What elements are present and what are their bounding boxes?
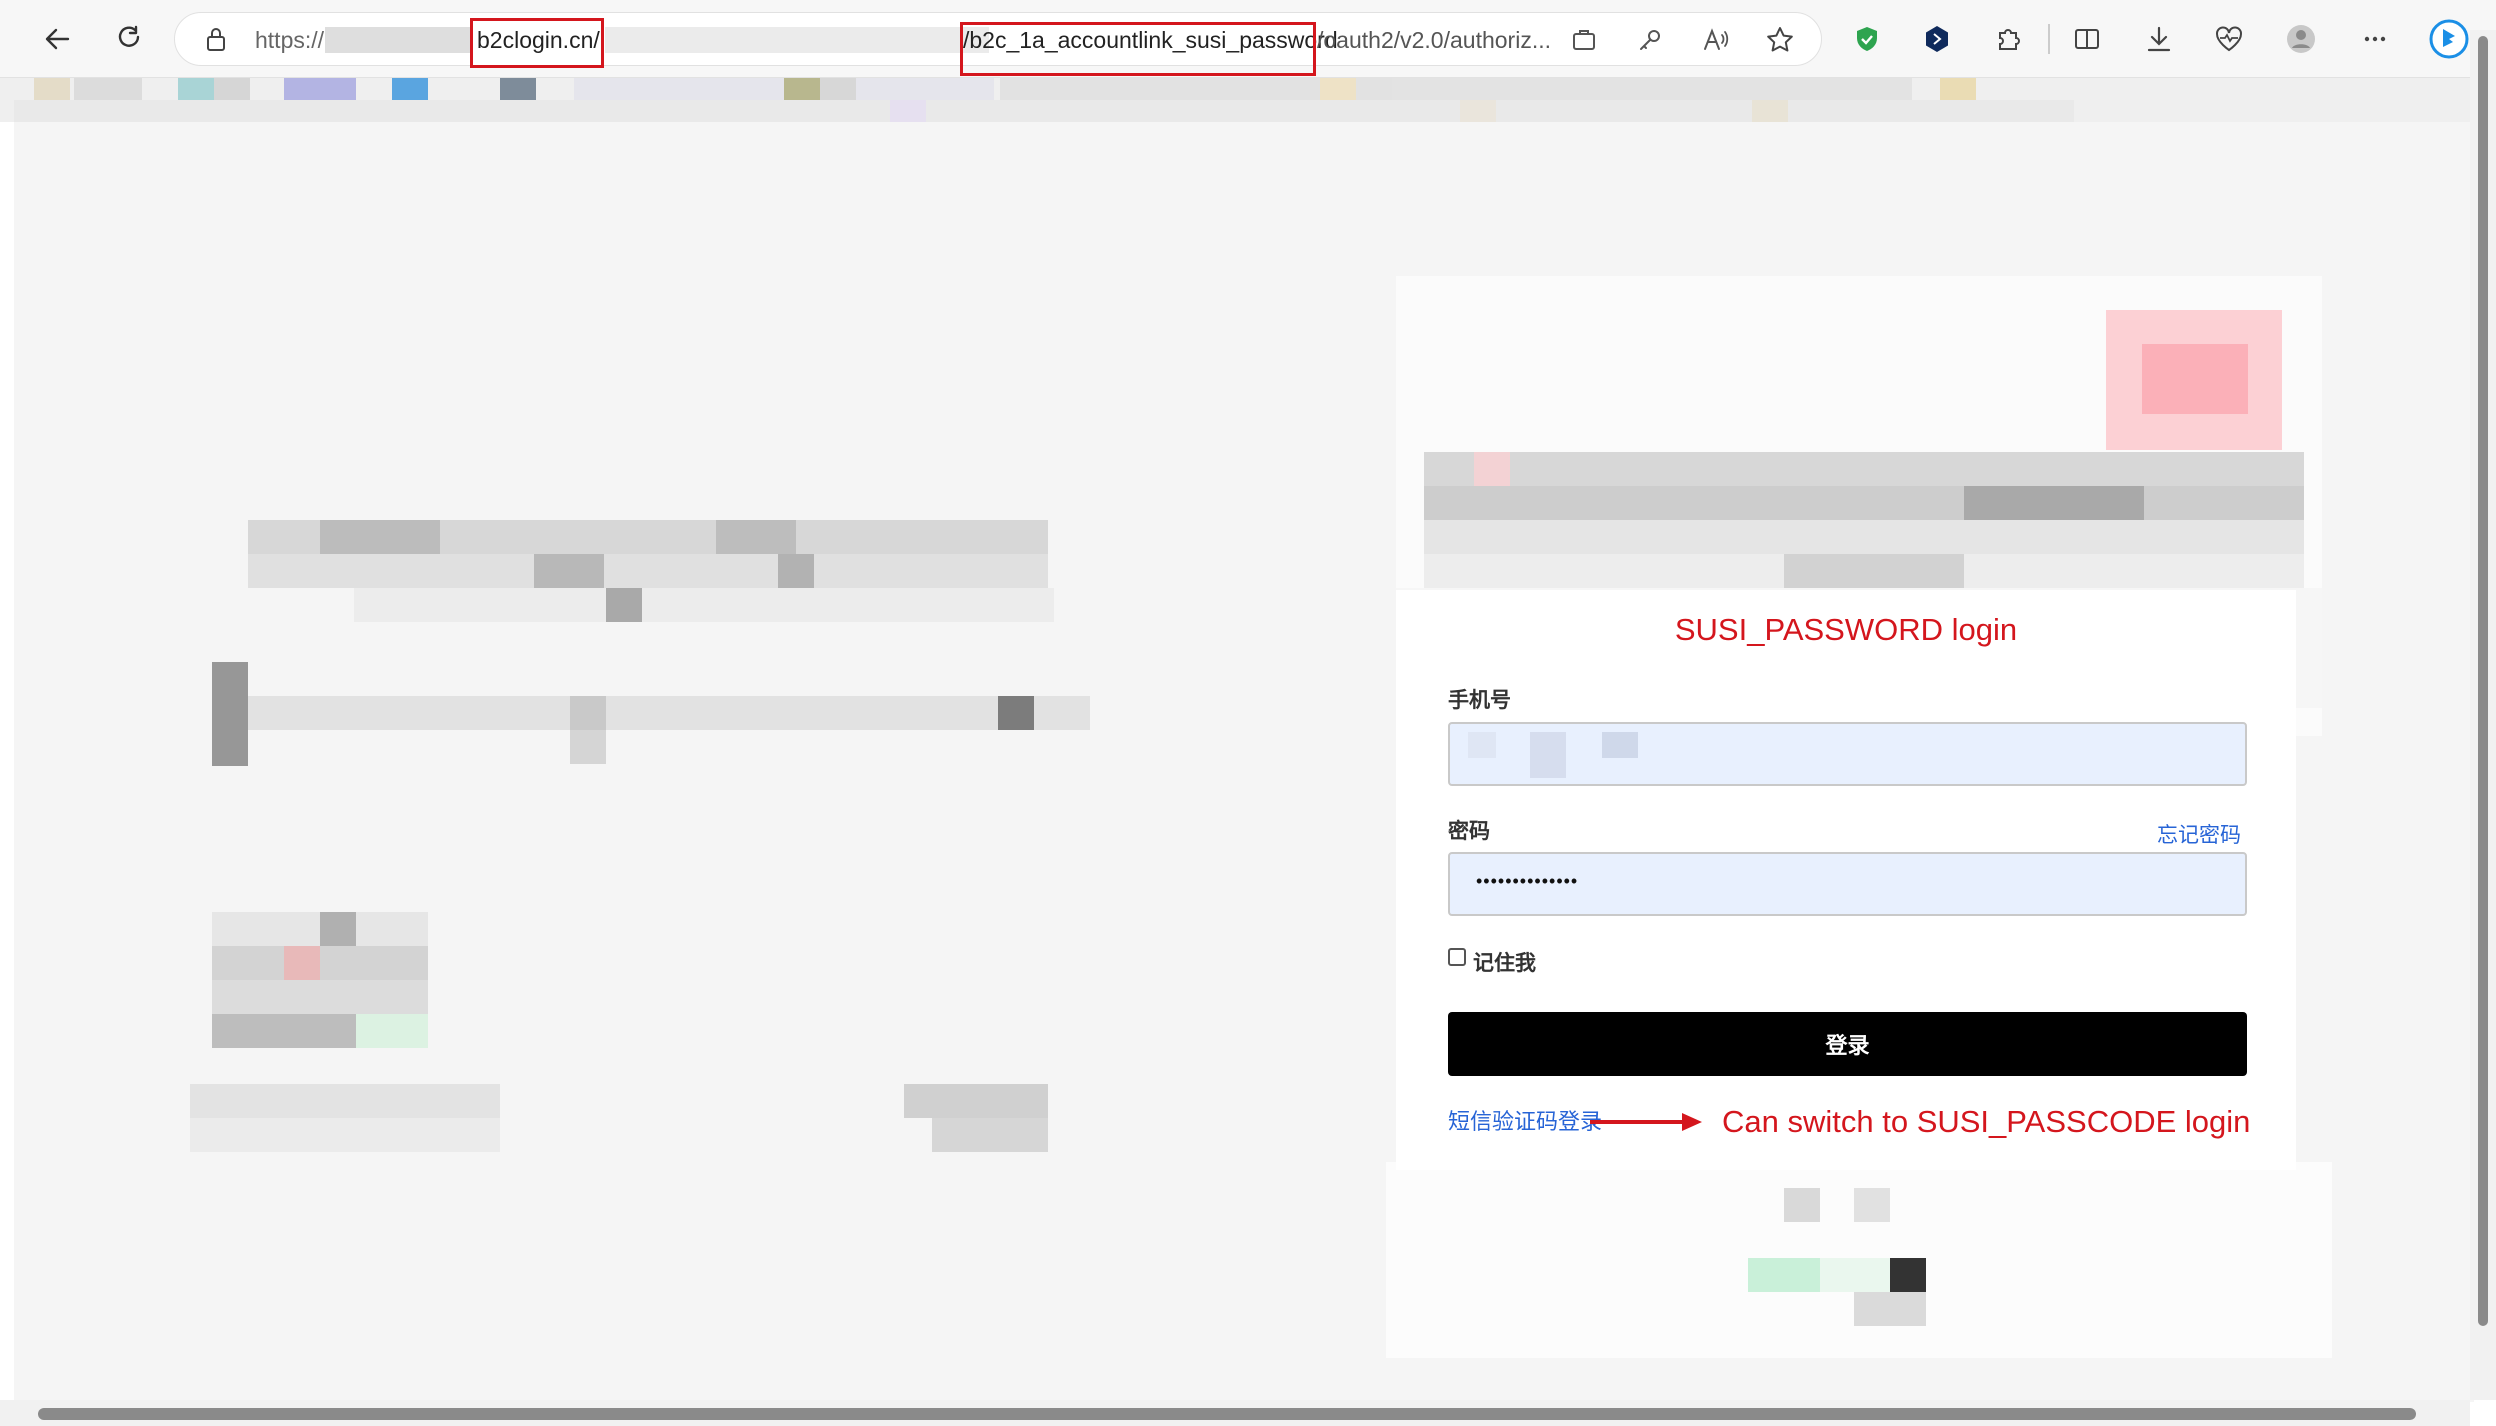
redacted-image: [212, 980, 428, 1014]
phone-label: 手机号: [1448, 689, 1511, 712]
redacted-bookmark: [1320, 78, 1356, 100]
refresh-icon[interactable]: [104, 14, 154, 64]
more-icon[interactable]: [2350, 14, 2400, 64]
password-label: 密码: [1448, 820, 1490, 843]
redacted-image: [356, 1014, 428, 1048]
redacted-heading: [778, 554, 814, 588]
bookmarks-bar: [0, 78, 2470, 132]
redacted-bookmark: [178, 78, 214, 100]
redacted-bookmark: [1752, 100, 1788, 122]
redacted-url-part: [325, 27, 473, 53]
redacted-bookmark: [34, 78, 70, 100]
redacted-text: [570, 696, 606, 730]
redacted-heading: [606, 588, 642, 622]
remember-me-checkbox[interactable]: [1448, 948, 1466, 966]
redacted-heading: [248, 554, 1048, 588]
redacted-header-text: [1964, 486, 2144, 520]
download-icon[interactable]: [2134, 14, 2184, 64]
redacted-bookmark: [284, 78, 356, 100]
redacted-heading: [716, 520, 796, 554]
sms-code-login-link[interactable]: 短信验证码登录: [1448, 1104, 1602, 1136]
redacted-bookmark: [1460, 100, 1496, 122]
lock-icon[interactable]: [205, 26, 227, 57]
login-button[interactable]: 登录: [1448, 1012, 2247, 1076]
redacted-footer: [1784, 1188, 1820, 1222]
url-policy-highlight: [960, 22, 1316, 76]
redacted-text: [248, 696, 1090, 730]
redacted-bookmark: [214, 78, 250, 100]
redacted-bookmark: [1940, 78, 1976, 100]
url-domain-highlight: [470, 18, 604, 68]
redacted-heading: [320, 520, 440, 554]
redacted-bookmark: [392, 78, 428, 100]
bing-copilot-icon[interactable]: [2424, 14, 2474, 64]
redacted-header-text: [1424, 452, 2304, 486]
redacted-image: [284, 946, 320, 980]
redacted-image: [190, 1084, 500, 1118]
redacted-phone-value: [1468, 732, 1496, 758]
redacted-text: [998, 696, 1034, 730]
profile-avatar-icon[interactable]: [2276, 14, 2326, 64]
redacted-footer: [1748, 1258, 1820, 1292]
redacted-phone-value: [1602, 732, 1638, 758]
redacted-image: [212, 946, 428, 980]
back-arrow-icon[interactable]: [32, 14, 82, 64]
redacted-phone-value: [1530, 732, 1566, 778]
redacted-header-text: [1424, 486, 2304, 520]
performance-heart-icon[interactable]: [2204, 14, 2254, 64]
redacted-logo: [2142, 344, 2248, 414]
redacted-footer: [1854, 1188, 1890, 1222]
forgot-password-link[interactable]: 忘记密码: [2157, 819, 2241, 849]
redacted-footer: [1890, 1258, 1926, 1292]
redacted-image: [320, 912, 356, 946]
annotation-arrow-icon: [1590, 1113, 1702, 1131]
url-path: /oauth2/v2.0/authoriz...: [1317, 27, 1551, 53]
password-value: ••••••••••••••: [1476, 871, 1579, 891]
redacted-image: [904, 1084, 1048, 1118]
key-icon[interactable]: [1637, 27, 1663, 58]
shield-check-icon[interactable]: [1842, 14, 1892, 64]
redacted-bookmark: [890, 100, 926, 122]
annotation-switch-note: Can switch to SUSI_PASSCODE login: [1722, 1104, 2251, 1139]
vertical-scroll-thumb[interactable]: [2478, 36, 2488, 1326]
redacted-header-text: [1424, 520, 2304, 554]
browser-toolbar: https:// b2clogin.cn/ /b2c_1a_accountlin…: [0, 0, 2496, 78]
redacted-bookmark: [1392, 78, 1912, 100]
redacted-bookmark: [74, 78, 142, 100]
redacted-header-text: [1474, 452, 1510, 486]
redacted-image: [190, 1118, 500, 1152]
redacted-url-part: [605, 27, 989, 53]
redacted-text: [570, 730, 606, 764]
split-screen-icon[interactable]: [2062, 14, 2112, 64]
redacted-heading: [534, 554, 604, 588]
extensions-puzzle-icon[interactable]: [1984, 14, 2034, 64]
redacted-header-text: [1784, 554, 1964, 588]
redacted-bookmark: [784, 78, 820, 100]
redacted-image: [932, 1118, 1048, 1152]
redacted-bookmark: [820, 78, 856, 100]
redacted-heading: [354, 588, 1054, 622]
annotation-title: SUSI_PASSWORD login: [1674, 612, 2018, 647]
vertical-scrollbar[interactable]: [2470, 30, 2496, 1400]
url-scheme: https://: [255, 27, 325, 53]
phone-input[interactable]: [1448, 722, 2247, 786]
horizontal-scroll-thumb[interactable]: [38, 1408, 2416, 1420]
horizontal-scrollbar[interactable]: [0, 1400, 2470, 1426]
hex-extension-icon[interactable]: [1912, 14, 1962, 64]
redacted-footer: [1854, 1292, 1926, 1326]
redacted-footer: [1820, 1258, 1892, 1292]
remember-me-label: 记住我: [1473, 952, 1536, 975]
star-icon[interactable]: [1765, 25, 1795, 60]
password-input[interactable]: ••••••••••••••: [1448, 852, 2247, 916]
read-aloud-icon[interactable]: [1701, 25, 1731, 60]
app-icon[interactable]: [1571, 27, 1597, 58]
redacted-text: [212, 662, 248, 766]
toolbar-divider: [2048, 24, 2050, 54]
